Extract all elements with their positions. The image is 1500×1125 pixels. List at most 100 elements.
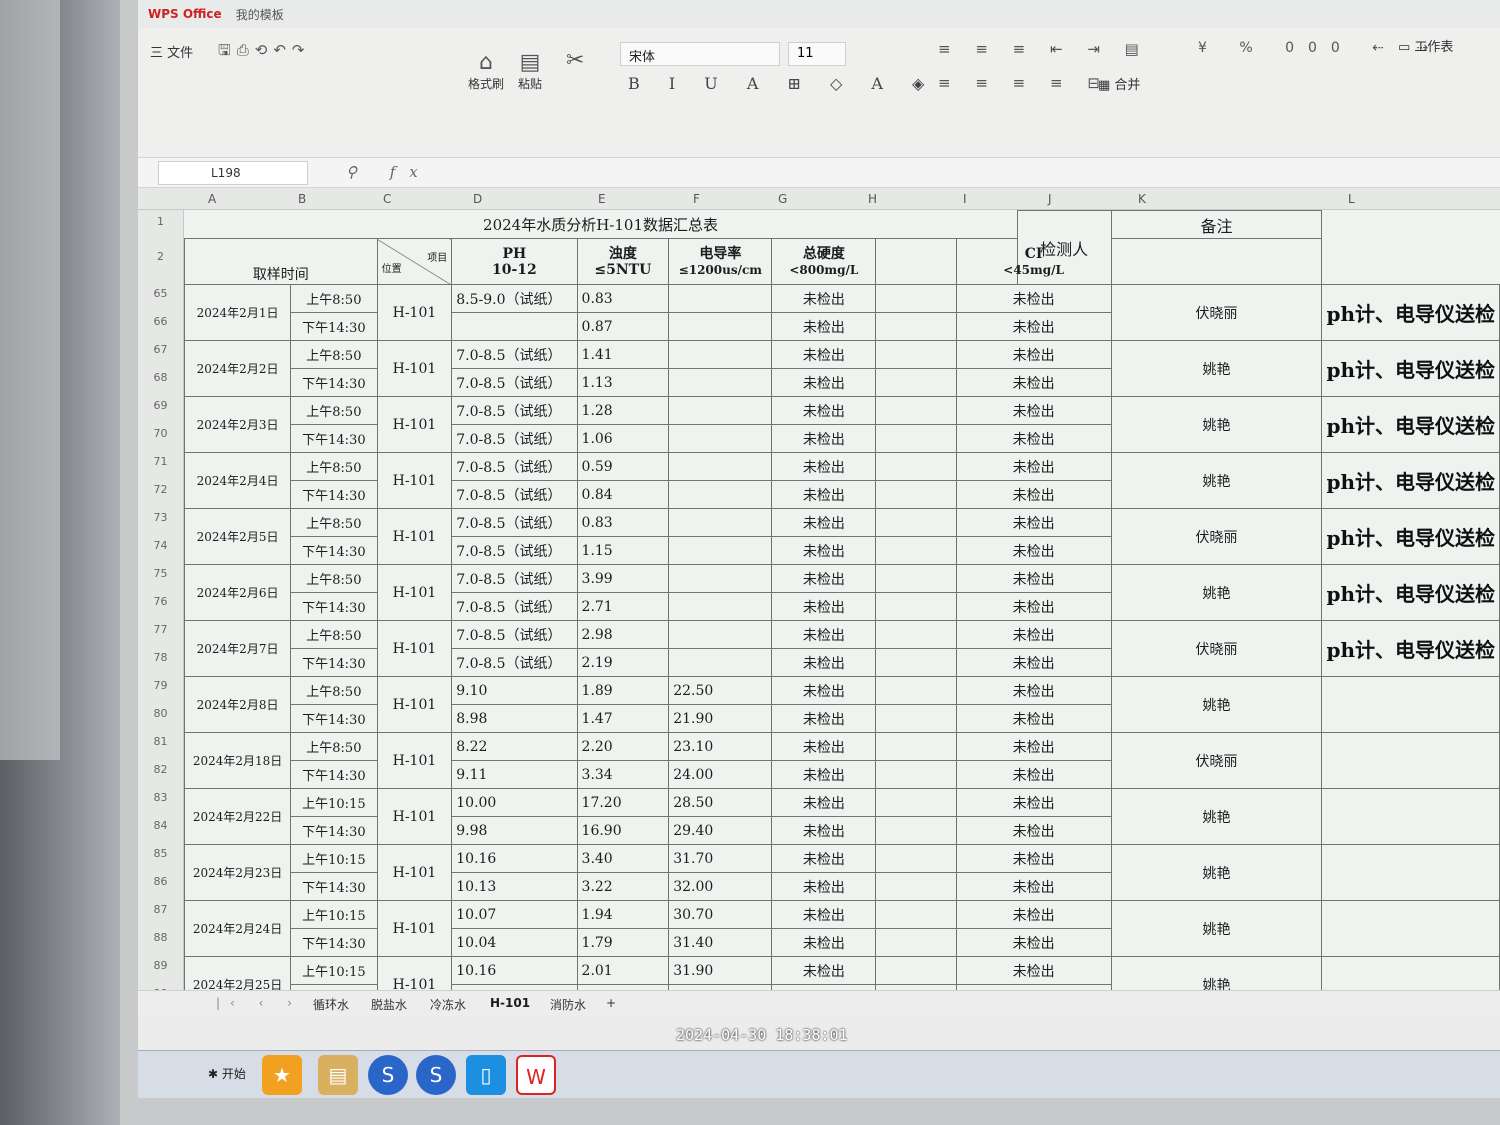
add-sheet-button[interactable]: + — [606, 996, 616, 1010]
ph-cell[interactable]: 8.5-9.0（试纸） — [451, 284, 578, 313]
turbidity-cell[interactable]: 2.01 — [576, 956, 670, 985]
chloride-cell[interactable]: 未检出 — [955, 312, 1112, 341]
date-cell[interactable]: 2024年2月2日 — [183, 340, 292, 397]
conductivity-cell[interactable]: 31.40 — [668, 928, 773, 957]
conductivity-cell[interactable] — [668, 592, 773, 621]
remark-cell[interactable]: ph计、电导仪送检 — [1321, 340, 1500, 397]
time-cell[interactable]: 上午8:50 — [290, 396, 378, 425]
remark-cell[interactable]: ph计、电导仪送检 — [1321, 564, 1500, 621]
inspector-cell[interactable]: 姚艳 — [1110, 676, 1323, 733]
inspector-cell[interactable]: 姚艳 — [1110, 900, 1323, 957]
ph-cell[interactable] — [451, 312, 578, 341]
sheet-tab[interactable]: 脱盐水 — [371, 996, 407, 1013]
hardness-cell[interactable]: 未检出 — [771, 424, 877, 453]
turbidity-cell[interactable]: 1.41 — [576, 340, 670, 369]
quick-access-icons[interactable]: 🖫⎙⟲↶↷ — [218, 40, 311, 65]
chloride-cell[interactable]: 未检出 — [955, 424, 1112, 453]
date-cell[interactable]: 2024年2月1日 — [183, 284, 292, 341]
conductivity-cell[interactable] — [668, 284, 773, 313]
ph-cell[interactable]: 7.0-8.5（试纸） — [451, 536, 578, 565]
turbidity-cell[interactable]: 2.71 — [576, 592, 670, 621]
turbidity-cell[interactable]: 1.15 — [576, 536, 670, 565]
name-box[interactable]: L198 — [158, 161, 308, 185]
ph-cell[interactable]: 9.98 — [451, 816, 578, 845]
time-cell[interactable]: 上午10:15 — [290, 956, 378, 985]
blank-cell-h[interactable] — [875, 508, 957, 537]
time-cell[interactable]: 上午8:50 — [290, 284, 378, 313]
ph-cell[interactable]: 10.00 — [451, 788, 578, 817]
star-app-icon[interactable]: ★ — [262, 1055, 302, 1095]
column-header-e[interactable]: E — [598, 192, 606, 206]
location-cell[interactable]: H-101 — [376, 620, 453, 677]
conductivity-cell[interactable]: 24.00 — [668, 760, 773, 789]
column-header-k[interactable]: K — [1138, 192, 1146, 206]
sheet-tab[interactable]: 循环水 — [313, 996, 349, 1013]
column-header-c[interactable]: C — [383, 192, 391, 206]
row-number[interactable]: 88 — [138, 924, 184, 952]
conductivity-cell[interactable]: 21.90 — [668, 704, 773, 733]
conductivity-header[interactable]: 电导率 ≤1200us/cm — [668, 238, 773, 285]
blank-cell-h[interactable] — [875, 536, 957, 565]
column-header-h[interactable]: H — [868, 192, 877, 206]
row-number[interactable]: 75 — [138, 560, 184, 588]
row-number[interactable]: 77 — [138, 616, 184, 644]
turbidity-cell[interactable]: 2.19 — [576, 648, 670, 677]
turbidity-cell[interactable]: 16.90 — [576, 816, 670, 845]
chloride-cell[interactable]: 未检出 — [955, 648, 1112, 677]
ph-cell[interactable]: 8.98 — [451, 704, 578, 733]
turbidity-cell[interactable]: 2.20 — [576, 732, 670, 761]
chloride-cell[interactable]: 未检出 — [955, 844, 1112, 873]
remark-cell[interactable]: ph计、电导仪送检 — [1321, 452, 1500, 509]
chloride-cell[interactable]: 未检出 — [955, 284, 1112, 313]
location-cell[interactable]: H-101 — [376, 396, 453, 453]
blank-cell-h[interactable] — [875, 704, 957, 733]
turbidity-cell[interactable]: 0.59 — [576, 452, 670, 481]
row-number[interactable]: 69 — [138, 392, 184, 420]
cut-button[interactable]: ✂ — [566, 48, 584, 73]
chloride-cell[interactable]: 未检出 — [955, 676, 1112, 705]
blank-cell-h[interactable] — [875, 956, 957, 985]
fx-icon[interactable]: ⚲ fx — [346, 163, 432, 181]
conductivity-cell[interactable] — [668, 620, 773, 649]
time-cell[interactable]: 下午14:30 — [290, 872, 378, 901]
turbidity-cell[interactable]: 0.84 — [576, 480, 670, 509]
inspector-cell[interactable]: 伏晓丽 — [1110, 620, 1323, 677]
row-number[interactable]: 79 — [138, 672, 184, 700]
blank-cell-h[interactable] — [875, 480, 957, 509]
row-number[interactable]: 76 — [138, 588, 184, 616]
hardness-cell[interactable]: 未检出 — [771, 900, 877, 929]
turbidity-cell[interactable]: 3.40 — [576, 844, 670, 873]
time-cell[interactable]: 下午14:30 — [290, 424, 378, 453]
location-cell[interactable]: H-101 — [376, 340, 453, 397]
chloride-cell[interactable]: 未检出 — [955, 508, 1112, 537]
chloride-cell[interactable]: 未检出 — [955, 732, 1112, 761]
hardness-cell[interactable]: 未检出 — [771, 788, 877, 817]
blank-cell-h[interactable] — [875, 760, 957, 789]
chloride-cell[interactable]: 未检出 — [955, 760, 1112, 789]
chloride-cell[interactable]: 未检出 — [955, 564, 1112, 593]
conductivity-cell[interactable]: 29.40 — [668, 816, 773, 845]
conductivity-cell[interactable]: 28.50 — [668, 788, 773, 817]
location-cell[interactable]: H-101 — [376, 452, 453, 509]
inspector-cell[interactable]: 姚艳 — [1110, 396, 1323, 453]
conductivity-cell[interactable]: 22.50 — [668, 676, 773, 705]
time-cell[interactable]: 下午14:30 — [290, 760, 378, 789]
turbidity-cell[interactable]: 1.94 — [576, 900, 670, 929]
column-header-i[interactable]: I — [963, 192, 967, 206]
column-header-d[interactable]: D — [473, 192, 482, 206]
conductivity-cell[interactable]: 31.70 — [668, 844, 773, 873]
column-header-j[interactable]: J — [1048, 192, 1052, 206]
turbidity-cell[interactable]: 3.22 — [576, 872, 670, 901]
blank-cell-h[interactable] — [875, 928, 957, 957]
ph-cell[interactable]: 7.0-8.5（试纸） — [451, 592, 578, 621]
hardness-cell[interactable]: 未检出 — [771, 312, 877, 341]
hardness-cell[interactable]: 未检出 — [771, 928, 877, 957]
turbidity-cell[interactable]: 1.89 — [576, 676, 670, 705]
time-cell[interactable]: 上午10:15 — [290, 788, 378, 817]
conductivity-cell[interactable] — [668, 648, 773, 677]
worktable-button[interactable]: ▭ 工作表 — [1398, 36, 1453, 55]
hardness-cell[interactable]: 未检出 — [771, 480, 877, 509]
row-number[interactable]: 67 — [138, 336, 184, 364]
hardness-cell[interactable]: 未检出 — [771, 536, 877, 565]
time-cell[interactable]: 下午14:30 — [290, 704, 378, 733]
